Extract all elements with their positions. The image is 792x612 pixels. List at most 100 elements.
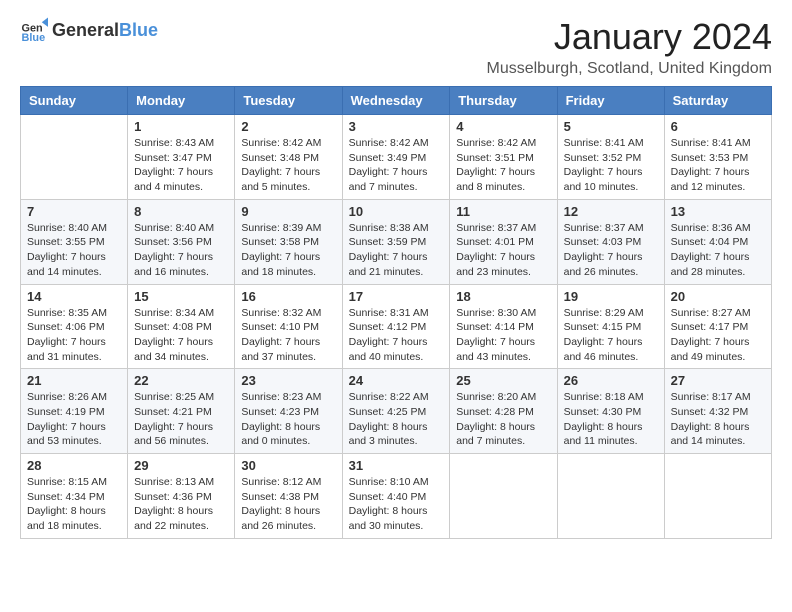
week-row-5: 28 Sunrise: 8:15 AMSunset: 4:34 PMDayligh… <box>21 454 772 539</box>
day-number: 14 <box>27 289 121 304</box>
calendar-cell: 14Sunrise: 8:35 AMSunset: 4:06 PMDayligh… <box>21 284 128 369</box>
day-info: Sunrise: 8:13 AMSunset: 4:36 PMDaylight:… <box>134 475 228 534</box>
day-info: Sunrise: 8:42 AMSunset: 3:49 PMDaylight:… <box>349 136 444 195</box>
day-number: 9 <box>241 204 335 219</box>
day-info: Sunrise: 8:27 AMSunset: 4:17 PMDaylight:… <box>671 306 765 365</box>
calendar-cell: 25Sunrise: 8:20 AMSunset: 4:28 PMDayligh… <box>450 369 557 454</box>
calendar-cell <box>450 454 557 539</box>
day-info: Sunrise: 8:23 AMSunset: 4:23 PMDaylight:… <box>241 390 335 449</box>
calendar-cell: 8 Sunrise: 8:40 AMSunset: 3:56 PMDaylight… <box>128 199 235 284</box>
day-number: 13 <box>671 204 765 219</box>
calendar-cell: 27 Sunrise: 8:17 AMSunset: 4:32 PMDayligh… <box>664 369 771 454</box>
calendar-cell: 24 Sunrise: 8:22 AMSunset: 4:25 PMDayligh… <box>342 369 450 454</box>
title-area: January 2024 Musselburgh, Scotland, Unit… <box>487 16 773 78</box>
location-subtitle: Musselburgh, Scotland, United Kingdom <box>487 60 773 78</box>
day-info: Sunrise: 8:39 AMSunset: 3:58 PMDaylight:… <box>241 221 335 280</box>
calendar-cell: 26 Sunrise: 8:18 AMSunset: 4:30 PMDayligh… <box>557 369 664 454</box>
day-info: Sunrise: 8:32 AMSunset: 4:10 PMDaylight:… <box>241 306 335 365</box>
day-info: Sunrise: 8:18 AMSunset: 4:30 PMDaylight:… <box>564 390 658 449</box>
day-info: Sunrise: 8:37 AMSunset: 4:03 PMDaylight:… <box>564 221 658 280</box>
header-row: Sunday Monday Tuesday Wednesday Thursday… <box>21 87 772 115</box>
day-number: 16 <box>241 289 335 304</box>
week-row-1: 1 Sunrise: 8:43 AMSunset: 3:47 PMDaylight… <box>21 115 772 200</box>
day-number: 22 <box>134 373 228 388</box>
day-info: Sunrise: 8:38 AMSunset: 3:59 PMDaylight:… <box>349 221 444 280</box>
header: Gen Blue GeneralBlue January 2024 Mussel… <box>20 16 772 78</box>
svg-text:Blue: Blue <box>22 32 46 44</box>
calendar-cell: 1 Sunrise: 8:43 AMSunset: 3:47 PMDaylight… <box>128 115 235 200</box>
day-number: 15 <box>134 289 228 304</box>
day-number: 25 <box>456 373 550 388</box>
calendar-cell: 17Sunrise: 8:31 AMSunset: 4:12 PMDayligh… <box>342 284 450 369</box>
day-info: Sunrise: 8:29 AMSunset: 4:15 PMDaylight:… <box>564 306 658 365</box>
header-monday: Monday <box>128 87 235 115</box>
header-thursday: Thursday <box>450 87 557 115</box>
day-info: Sunrise: 8:40 AMSunset: 3:56 PMDaylight:… <box>134 221 228 280</box>
calendar-cell: 10 Sunrise: 8:38 AMSunset: 3:59 PMDayligh… <box>342 199 450 284</box>
calendar-cell: 21Sunrise: 8:26 AMSunset: 4:19 PMDayligh… <box>21 369 128 454</box>
calendar-cell <box>21 115 128 200</box>
day-number: 8 <box>134 204 228 219</box>
calendar-cell: 15 Sunrise: 8:34 AMSunset: 4:08 PMDayligh… <box>128 284 235 369</box>
day-number: 3 <box>349 119 444 134</box>
day-info: Sunrise: 8:34 AMSunset: 4:08 PMDaylight:… <box>134 306 228 365</box>
calendar-cell: 5 Sunrise: 8:41 AMSunset: 3:52 PMDaylight… <box>557 115 664 200</box>
day-number: 28 <box>27 458 121 473</box>
calendar-cell: 9 Sunrise: 8:39 AMSunset: 3:58 PMDaylight… <box>235 199 342 284</box>
calendar-cell: 19 Sunrise: 8:29 AMSunset: 4:15 PMDayligh… <box>557 284 664 369</box>
calendar-cell: 20Sunrise: 8:27 AMSunset: 4:17 PMDayligh… <box>664 284 771 369</box>
header-tuesday: Tuesday <box>235 87 342 115</box>
calendar-cell: 16 Sunrise: 8:32 AMSunset: 4:10 PMDayligh… <box>235 284 342 369</box>
calendar-cell: 23Sunrise: 8:23 AMSunset: 4:23 PMDayligh… <box>235 369 342 454</box>
day-number: 2 <box>241 119 335 134</box>
day-info: Sunrise: 8:30 AMSunset: 4:14 PMDaylight:… <box>456 306 550 365</box>
day-number: 1 <box>134 119 228 134</box>
day-number: 24 <box>349 373 444 388</box>
calendar-table: Sunday Monday Tuesday Wednesday Thursday… <box>20 86 772 539</box>
header-sunday: Sunday <box>21 87 128 115</box>
day-info: Sunrise: 8:42 AMSunset: 3:51 PMDaylight:… <box>456 136 550 195</box>
day-number: 27 <box>671 373 765 388</box>
calendar-cell: 22Sunrise: 8:25 AMSunset: 4:21 PMDayligh… <box>128 369 235 454</box>
day-number: 5 <box>564 119 658 134</box>
day-info: Sunrise: 8:15 AMSunset: 4:34 PMDaylight:… <box>27 475 121 534</box>
day-info: Sunrise: 8:43 AMSunset: 3:47 PMDaylight:… <box>134 136 228 195</box>
calendar-cell <box>557 454 664 539</box>
day-info: Sunrise: 8:41 AMSunset: 3:53 PMDaylight:… <box>671 136 765 195</box>
day-info: Sunrise: 8:42 AMSunset: 3:48 PMDaylight:… <box>241 136 335 195</box>
week-row-4: 21Sunrise: 8:26 AMSunset: 4:19 PMDayligh… <box>21 369 772 454</box>
day-number: 18 <box>456 289 550 304</box>
day-number: 29 <box>134 458 228 473</box>
logo-blue: Blue <box>119 20 158 41</box>
header-wednesday: Wednesday <box>342 87 450 115</box>
calendar-cell: 6 Sunrise: 8:41 AMSunset: 3:53 PMDaylight… <box>664 115 771 200</box>
week-row-2: 7Sunrise: 8:40 AMSunset: 3:55 PMDaylight… <box>21 199 772 284</box>
day-number: 6 <box>671 119 765 134</box>
day-number: 12 <box>564 204 658 219</box>
logo-icon: Gen Blue <box>20 16 48 44</box>
day-number: 19 <box>564 289 658 304</box>
calendar-cell: 30Sunrise: 8:12 AMSunset: 4:38 PMDayligh… <box>235 454 342 539</box>
logo-general: General <box>52 20 119 41</box>
day-number: 4 <box>456 119 550 134</box>
month-title: January 2024 <box>487 16 773 58</box>
calendar-cell: 28 Sunrise: 8:15 AMSunset: 4:34 PMDayligh… <box>21 454 128 539</box>
logo: Gen Blue GeneralBlue <box>20 16 158 44</box>
day-number: 10 <box>349 204 444 219</box>
day-number: 26 <box>564 373 658 388</box>
day-info: Sunrise: 8:41 AMSunset: 3:52 PMDaylight:… <box>564 136 658 195</box>
day-number: 11 <box>456 204 550 219</box>
calendar-cell: 12 Sunrise: 8:37 AMSunset: 4:03 PMDayligh… <box>557 199 664 284</box>
day-info: Sunrise: 8:22 AMSunset: 4:25 PMDaylight:… <box>349 390 444 449</box>
day-info: Sunrise: 8:37 AMSunset: 4:01 PMDaylight:… <box>456 221 550 280</box>
header-saturday: Saturday <box>664 87 771 115</box>
day-info: Sunrise: 8:12 AMSunset: 4:38 PMDaylight:… <box>241 475 335 534</box>
day-number: 31 <box>349 458 444 473</box>
calendar-cell: 3 Sunrise: 8:42 AMSunset: 3:49 PMDaylight… <box>342 115 450 200</box>
day-info: Sunrise: 8:40 AMSunset: 3:55 PMDaylight:… <box>27 221 121 280</box>
day-number: 21 <box>27 373 121 388</box>
calendar-cell: 7Sunrise: 8:40 AMSunset: 3:55 PMDaylight… <box>21 199 128 284</box>
day-info: Sunrise: 8:36 AMSunset: 4:04 PMDaylight:… <box>671 221 765 280</box>
week-row-3: 14Sunrise: 8:35 AMSunset: 4:06 PMDayligh… <box>21 284 772 369</box>
day-info: Sunrise: 8:17 AMSunset: 4:32 PMDaylight:… <box>671 390 765 449</box>
